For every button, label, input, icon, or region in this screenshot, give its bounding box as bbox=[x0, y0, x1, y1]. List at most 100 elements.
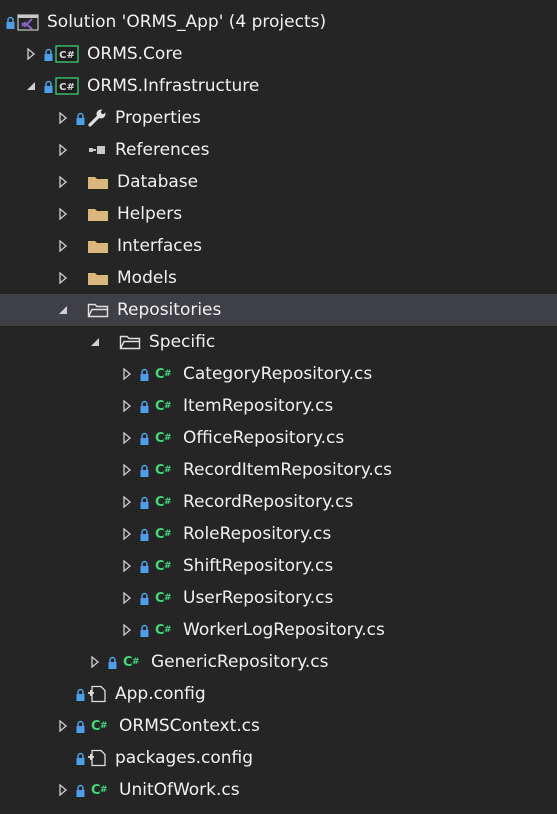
file-label: WorkerLogRepository.cs bbox=[183, 619, 385, 640]
expand-arrow-icon[interactable] bbox=[120, 621, 134, 639]
project-node-core[interactable]: C# ORMS.Core bbox=[0, 38, 557, 70]
expand-arrow-icon[interactable] bbox=[24, 45, 38, 63]
expand-arrow-icon[interactable] bbox=[56, 717, 70, 735]
project-node-infrastructure[interactable]: C# ORMS.Infrastructure bbox=[0, 70, 557, 102]
file-node-record-item-repository[interactable]: C # RecordItemRepository.cs bbox=[0, 454, 557, 486]
file-label: App.config bbox=[115, 683, 206, 704]
file-node-app-config[interactable]: App.config bbox=[0, 678, 557, 710]
lock-icon bbox=[140, 591, 149, 605]
file-label: ShiftRepository.cs bbox=[183, 555, 334, 576]
folder-label: Models bbox=[117, 267, 177, 288]
folder-label: Specific bbox=[149, 331, 216, 352]
project-label: ORMS.Infrastructure bbox=[87, 75, 260, 96]
folder-node-database[interactable]: Database bbox=[0, 166, 557, 198]
expand-arrow-icon[interactable] bbox=[120, 365, 134, 383]
expand-arrow-icon[interactable] bbox=[120, 557, 134, 575]
folder-label: Database bbox=[117, 171, 199, 192]
file-label: packages.config bbox=[115, 747, 254, 768]
file-node-record-repository[interactable]: C # RecordRepository.cs bbox=[0, 486, 557, 518]
expand-arrow-icon[interactable] bbox=[56, 269, 70, 287]
expand-arrow-icon[interactable] bbox=[120, 429, 134, 447]
folder-node-helpers[interactable]: Helpers bbox=[0, 198, 557, 230]
file-label: GenericRepository.cs bbox=[151, 651, 329, 672]
expand-arrow-icon[interactable] bbox=[120, 525, 134, 543]
expand-arrow-icon[interactable] bbox=[56, 237, 70, 255]
file-node-user-repository[interactable]: C # UserRepository.cs bbox=[0, 582, 557, 614]
file-node-item-repository[interactable]: C # ItemRepository.cs bbox=[0, 390, 557, 422]
file-label: CategoryRepository.cs bbox=[183, 363, 373, 384]
solution-label: Solution 'ORMS_App' (4 projects) bbox=[47, 11, 327, 32]
lock-icon bbox=[140, 431, 149, 445]
lock-icon bbox=[76, 111, 85, 125]
expand-arrow-icon[interactable] bbox=[56, 781, 70, 799]
expand-arrow-icon[interactable] bbox=[120, 461, 134, 479]
file-node-category-repository[interactable]: C # CategoryRepository.cs bbox=[0, 358, 557, 390]
csharp-file-icon: C # bbox=[122, 654, 140, 670]
file-label: UnitOfWork.cs bbox=[119, 779, 240, 800]
config-file-icon bbox=[87, 685, 107, 703]
lock-icon bbox=[6, 15, 15, 29]
file-label: OfficeRepository.cs bbox=[183, 427, 345, 448]
file-label: ItemRepository.cs bbox=[183, 395, 334, 416]
file-node-unit-of-work[interactable]: C # UnitOfWork.cs bbox=[0, 774, 557, 806]
lock-icon bbox=[44, 47, 53, 61]
visual-studio-solution-icon bbox=[17, 13, 39, 31]
folder-node-repositories[interactable]: Repositories bbox=[0, 294, 557, 326]
expand-arrow-icon[interactable] bbox=[56, 173, 70, 191]
expand-arrow-icon[interactable] bbox=[120, 397, 134, 415]
expand-arrow-icon[interactable] bbox=[120, 493, 134, 511]
solution-explorer-tree: Solution 'ORMS_App' (4 projects) C# ORMS… bbox=[0, 0, 557, 814]
lock-icon bbox=[140, 559, 149, 573]
lock-icon bbox=[140, 527, 149, 541]
lock-icon bbox=[44, 79, 53, 93]
collapse-arrow-icon[interactable] bbox=[56, 301, 70, 319]
collapse-arrow-icon[interactable] bbox=[24, 77, 38, 95]
file-node-office-repository[interactable]: C # OfficeRepository.cs bbox=[0, 422, 557, 454]
references-icon bbox=[87, 141, 107, 159]
file-node-shift-repository[interactable]: C # ShiftRepository.cs bbox=[0, 550, 557, 582]
file-node-generic-repository[interactable]: C # GenericRepository.cs bbox=[0, 646, 557, 678]
lock-icon bbox=[140, 463, 149, 477]
solution-node[interactable]: Solution 'ORMS_App' (4 projects) bbox=[0, 6, 557, 38]
lock-icon bbox=[140, 399, 149, 413]
file-label: RecordItemRepository.cs bbox=[183, 459, 393, 480]
file-node-packages-config[interactable]: packages.config bbox=[0, 742, 557, 774]
folder-node-interfaces[interactable]: Interfaces bbox=[0, 230, 557, 262]
folder-label: Repositories bbox=[117, 299, 222, 320]
expand-arrow-icon[interactable] bbox=[88, 653, 102, 671]
expand-arrow-icon[interactable] bbox=[56, 205, 70, 223]
file-node-role-repository[interactable]: C # RoleRepository.cs bbox=[0, 518, 557, 550]
csharp-file-icon: C # bbox=[154, 622, 172, 638]
lock-icon bbox=[76, 783, 85, 797]
csharp-project-icon: C# bbox=[55, 45, 79, 63]
file-label: RoleRepository.cs bbox=[183, 523, 332, 544]
csharp-file-icon: C # bbox=[154, 494, 172, 510]
csharp-file-icon: C # bbox=[154, 366, 172, 382]
properties-node[interactable]: Properties bbox=[0, 102, 557, 134]
folder-label: Helpers bbox=[117, 203, 183, 224]
csharp-file-icon: C # bbox=[154, 590, 172, 606]
csharp-project-icon: C# bbox=[55, 77, 79, 95]
project-label: ORMS.Core bbox=[87, 43, 183, 64]
expand-arrow-icon[interactable] bbox=[56, 141, 70, 159]
svg-text:C#: C# bbox=[59, 50, 75, 61]
folder-node-models[interactable]: Models bbox=[0, 262, 557, 294]
file-node-orms-context[interactable]: C # ORMSContext.cs bbox=[0, 710, 557, 742]
wrench-icon bbox=[87, 109, 107, 127]
folder-icon bbox=[87, 269, 109, 287]
collapse-arrow-icon[interactable] bbox=[88, 333, 102, 351]
references-label: References bbox=[115, 139, 210, 160]
folder-node-specific[interactable]: Specific bbox=[0, 326, 557, 358]
expand-arrow-icon[interactable] bbox=[120, 589, 134, 607]
csharp-file-icon: C # bbox=[154, 430, 172, 446]
lock-icon bbox=[76, 687, 85, 701]
file-label: RecordRepository.cs bbox=[183, 491, 354, 512]
expand-arrow-icon[interactable] bbox=[56, 109, 70, 127]
lock-icon bbox=[76, 751, 85, 765]
config-file-icon bbox=[87, 749, 107, 767]
properties-label: Properties bbox=[115, 107, 201, 128]
svg-text:C#: C# bbox=[59, 82, 75, 93]
references-node[interactable]: References bbox=[0, 134, 557, 166]
file-node-worker-log-repository[interactable]: C # WorkerLogRepository.cs bbox=[0, 614, 557, 646]
folder-icon bbox=[87, 237, 109, 255]
